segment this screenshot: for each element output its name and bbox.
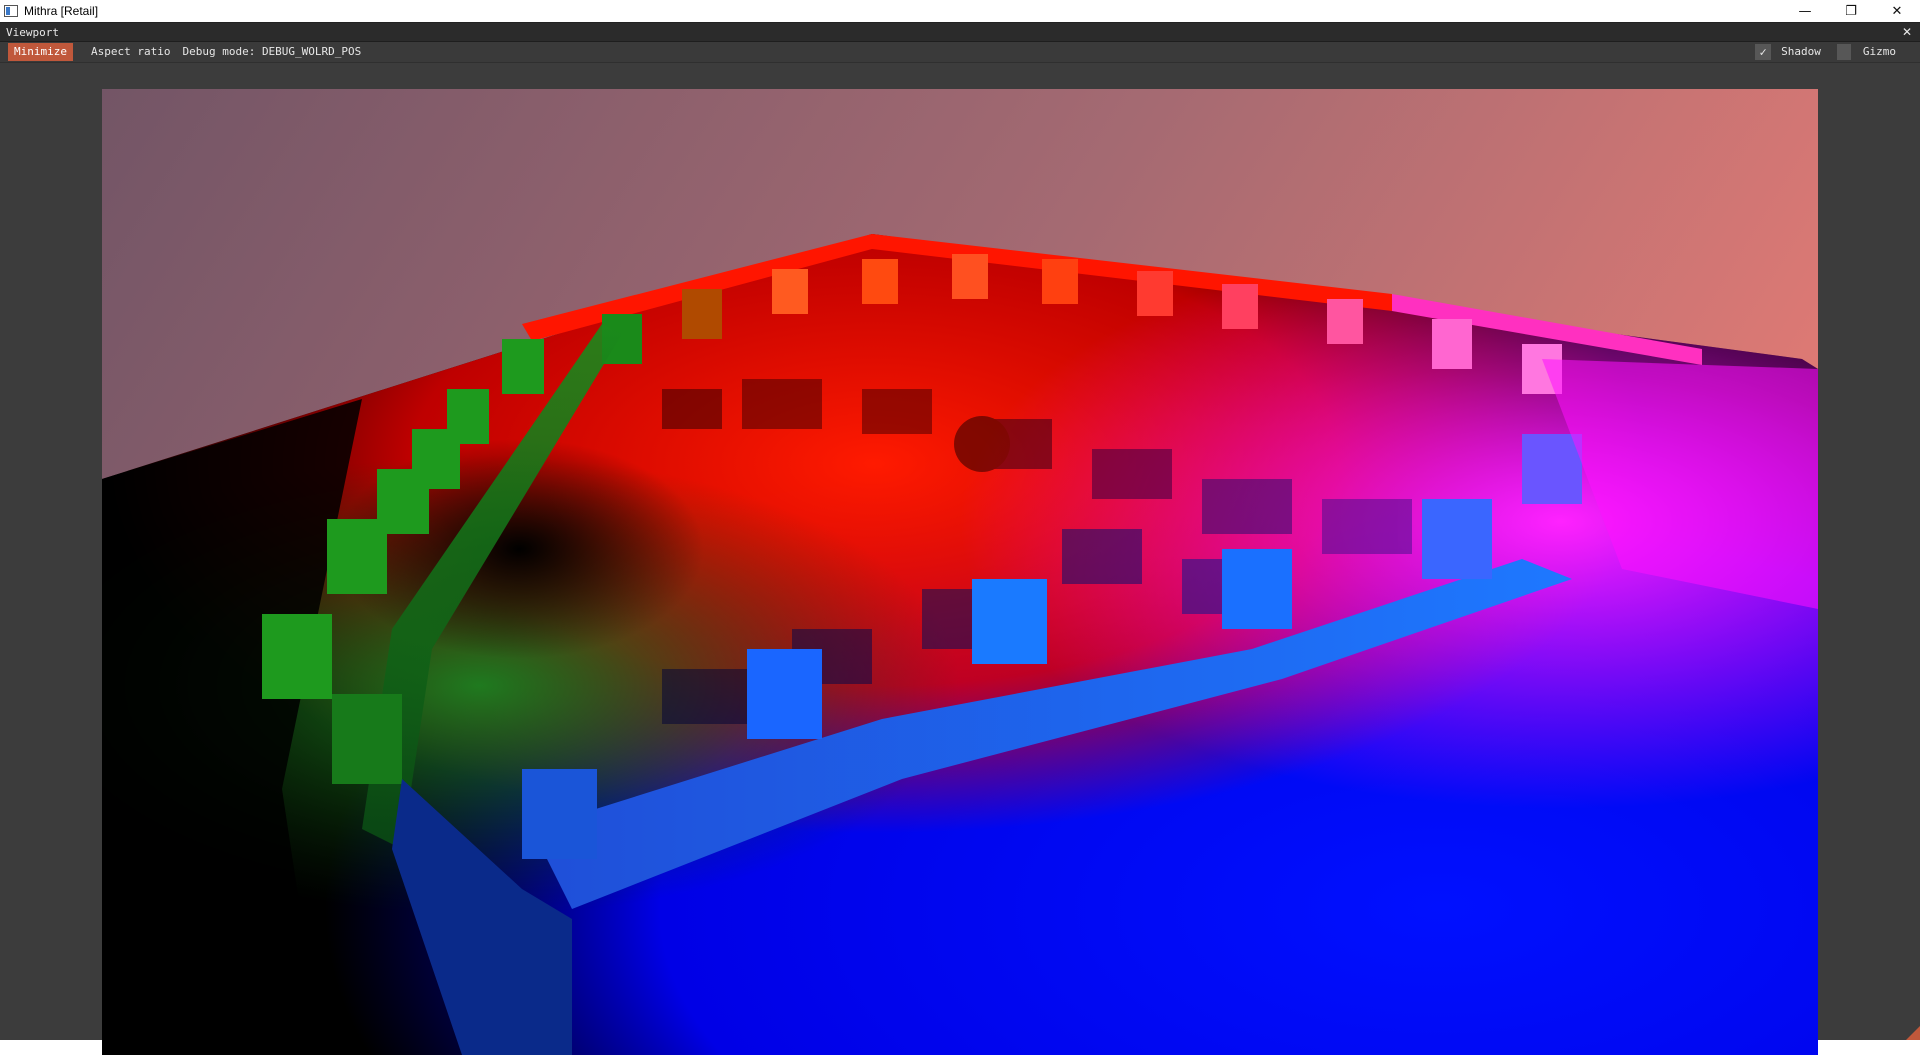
aspect-ratio-button[interactable]: Aspect ratio [85, 43, 176, 61]
panel-title: Viewport [6, 25, 59, 39]
app-icon [4, 5, 18, 17]
window-titlebar: Mithra [Retail] — ❐ ✕ [0, 0, 1920, 22]
gizmo-button[interactable]: Gizmo [1857, 43, 1902, 61]
toolbar-right-group: ✓ Shadow Gizmo [1755, 42, 1920, 62]
window-restore-button[interactable]: ❐ [1828, 0, 1874, 22]
viewport-panel: Viewport ✕ Minimize Aspect ratio Debug m… [0, 22, 1920, 1055]
debug-mode-selector[interactable]: Debug mode: DEBUG_WOLRD_POS [176, 43, 367, 61]
window-title: Mithra [Retail] [24, 4, 99, 18]
shadow-checkbox[interactable]: ✓ [1755, 44, 1772, 60]
viewport-toolbar: Minimize Aspect ratio Debug mode: DEBUG_… [0, 42, 1920, 63]
gizmo-separator [1836, 44, 1851, 60]
panel-close-button[interactable]: ✕ [1902, 23, 1912, 41]
resize-grip-icon[interactable] [1906, 1026, 1920, 1040]
render-image [102, 89, 1818, 1055]
check-icon: ✓ [1759, 45, 1767, 59]
shadow-label: Shadow [1781, 45, 1821, 58]
window-minimize-button[interactable]: — [1782, 0, 1828, 22]
render-viewport[interactable] [102, 89, 1818, 1055]
panel-header: Viewport ✕ [0, 23, 1920, 42]
window-close-button[interactable]: ✕ [1874, 0, 1920, 22]
window-controls: — ❐ ✕ [1782, 0, 1920, 22]
minimize-button[interactable]: Minimize [8, 43, 73, 61]
